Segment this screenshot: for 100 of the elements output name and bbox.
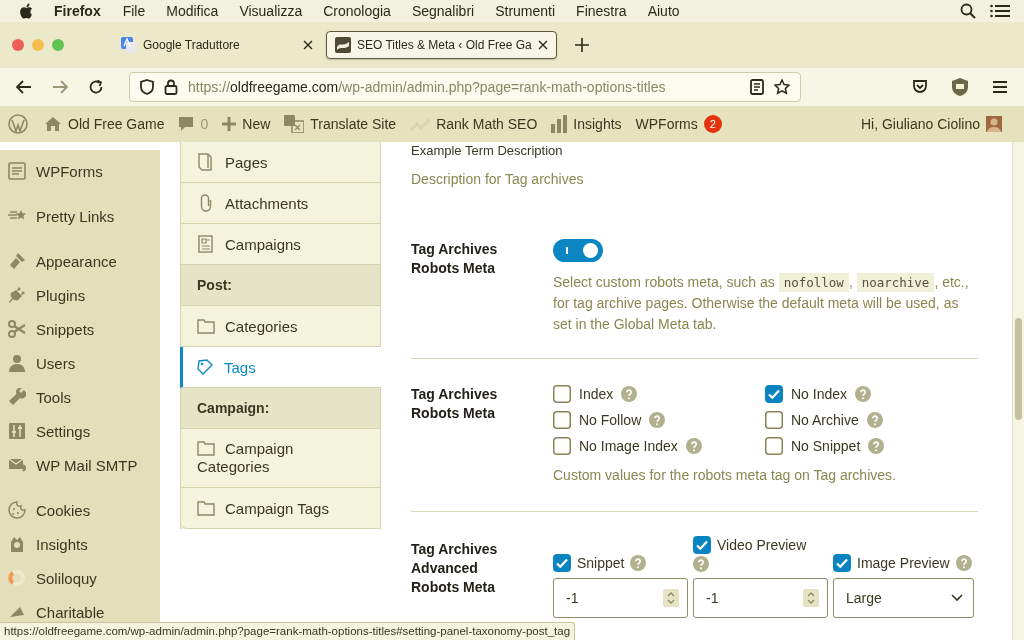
nav-item[interactable]: Attachments: [181, 183, 380, 224]
translate-site-link[interactable]: Translate Site: [310, 116, 397, 132]
spinner-icon[interactable]: [803, 589, 819, 607]
checkbox-label[interactable]: Index: [579, 386, 614, 402]
comment-icon[interactable]: [178, 116, 195, 132]
address-bar[interactable]: https://oldfreegame.com/wp-admin/admin.php?page=rank-math-options-titles: [129, 72, 801, 102]
bar-chart-icon[interactable]: [551, 115, 568, 133]
help-icon[interactable]: [630, 555, 647, 571]
apple-icon[interactable]: [20, 3, 34, 19]
checkbox[interactable]: [553, 385, 571, 403]
number-field[interactable]: -1: [553, 578, 688, 618]
checkbox[interactable]: [553, 554, 571, 572]
checkbox[interactable]: [693, 536, 711, 554]
nav-item[interactable]: Campaign Categories: [181, 429, 380, 488]
field-description: Description for Tag archives: [411, 170, 585, 189]
spinner-icon[interactable]: [663, 589, 679, 607]
star-icon[interactable]: [774, 79, 790, 95]
menu-item[interactable]: Insights: [36, 535, 88, 553]
insights-link[interactable]: Insights: [573, 116, 622, 132]
help-icon[interactable]: [868, 438, 885, 454]
menu-item[interactable]: Cronologia: [323, 3, 391, 19]
checkbox-label[interactable]: No Archive: [791, 412, 859, 428]
checkbox-label[interactable]: Snippet: [577, 555, 625, 571]
checkbox[interactable]: [553, 437, 571, 455]
menu-item[interactable]: Charitable: [36, 603, 105, 621]
checkbox[interactable]: [765, 437, 783, 455]
close-icon[interactable]: [303, 40, 313, 50]
menu-item[interactable]: Finestra: [576, 3, 627, 19]
list-icon[interactable]: [990, 4, 1010, 18]
tag-icon: [196, 358, 214, 376]
reader-icon[interactable]: [750, 79, 764, 95]
close-button[interactable]: [12, 39, 24, 51]
menu-item[interactable]: Aiuto: [647, 3, 680, 19]
pocket-icon[interactable]: [912, 79, 928, 95]
checkbox-label[interactable]: Image Preview: [857, 555, 950, 571]
help-icon[interactable]: [649, 412, 666, 428]
help-icon[interactable]: [693, 556, 709, 572]
sliders-icon: [8, 422, 26, 440]
help-icon[interactable]: [955, 555, 972, 571]
plus-icon[interactable]: [574, 38, 589, 52]
menu-item[interactable]: Soliloquy: [36, 569, 97, 587]
close-icon[interactable]: [537, 40, 548, 50]
checkbox[interactable]: [765, 411, 783, 429]
checkbox-label[interactable]: Video Preview: [717, 537, 807, 553]
menu-item[interactable]: Strumenti: [495, 3, 556, 19]
checkbox[interactable]: [833, 554, 851, 572]
menu-item[interactable]: Plugins: [36, 286, 86, 304]
menu-item[interactable]: WPForms: [36, 162, 103, 180]
checkbox[interactable]: [553, 411, 571, 429]
new-link[interactable]: New: [242, 116, 271, 132]
menu-item[interactable]: Pretty Links: [36, 207, 115, 225]
status-url: https://oldfreegame.com/wp-admin/admin.php?page=rank-math-options-titles#setting-panel-taxonomy-post_tag: [4, 625, 571, 637]
home-icon[interactable]: [44, 116, 62, 132]
checkbox-label[interactable]: No Snippet: [791, 438, 861, 454]
menu-item[interactable]: Tools: [36, 388, 72, 406]
maximize-button[interactable]: [52, 39, 64, 51]
menu-item[interactable]: Cookies: [36, 501, 91, 519]
envelope-icon: [8, 456, 26, 474]
app-menu[interactable]: Firefox: [54, 3, 101, 19]
menu-item[interactable]: Modifica: [166, 3, 219, 19]
avatar[interactable]: [986, 116, 1002, 132]
rank-math-link[interactable]: Rank Math SEO: [436, 116, 538, 132]
menu-icon[interactable]: [992, 80, 1008, 94]
menu-item[interactable]: Settings: [36, 422, 91, 440]
checkbox-label[interactable]: No Follow: [579, 412, 642, 428]
section-heading: Post:: [181, 265, 380, 306]
browser-tab[interactable]: SEO Titles & Meta ‹ Old Free Ga: [326, 31, 557, 59]
menu-item[interactable]: WP Mail SMTP: [36, 456, 138, 474]
help-icon[interactable]: [855, 386, 872, 402]
back-icon[interactable]: [16, 80, 32, 94]
site-link[interactable]: Old Free Game: [68, 116, 165, 132]
browser-tab[interactable]: Google Traduttore: [112, 31, 322, 59]
help-icon[interactable]: [621, 386, 638, 402]
scrollbar-thumb[interactable]: [1015, 318, 1022, 420]
help-icon[interactable]: [866, 412, 883, 428]
help-icon[interactable]: [685, 438, 702, 454]
user-greeting[interactable]: Hi, Giuliano Ciolino: [860, 116, 980, 132]
menu-item[interactable]: Visualizza: [239, 3, 303, 19]
menu-item[interactable]: Appearance: [36, 252, 117, 270]
menu-item[interactable]: Segnalibri: [411, 3, 475, 19]
select-field[interactable]: Large: [833, 578, 974, 618]
nav-item[interactable]: Tags: [180, 347, 381, 388]
wordpress-logo-icon[interactable]: [8, 114, 28, 134]
nav-item[interactable]: Campaign Tags: [181, 488, 380, 529]
checkbox-label[interactable]: No Index: [791, 386, 848, 402]
shield-extension-icon[interactable]: [952, 78, 968, 96]
menu-item[interactable]: Users: [36, 354, 76, 372]
checkbox[interactable]: [765, 385, 783, 403]
menu-item[interactable]: Snippets: [36, 320, 95, 338]
toggle-switch[interactable]: [553, 239, 603, 262]
translate-icon[interactable]: [284, 115, 305, 133]
forward-icon[interactable]: [52, 80, 68, 94]
checkbox-label[interactable]: No Image Index: [579, 438, 678, 454]
wpforms-link[interactable]: WPForms: [635, 116, 698, 132]
number-field[interactable]: -1: [693, 578, 828, 618]
menu-item[interactable]: File: [122, 3, 146, 19]
search-icon[interactable]: [960, 3, 976, 19]
nav-item[interactable]: Pages: [181, 142, 380, 183]
setting-label: Tag Archives Robots Meta: [411, 385, 499, 423]
reload-icon[interactable]: [88, 79, 104, 95]
